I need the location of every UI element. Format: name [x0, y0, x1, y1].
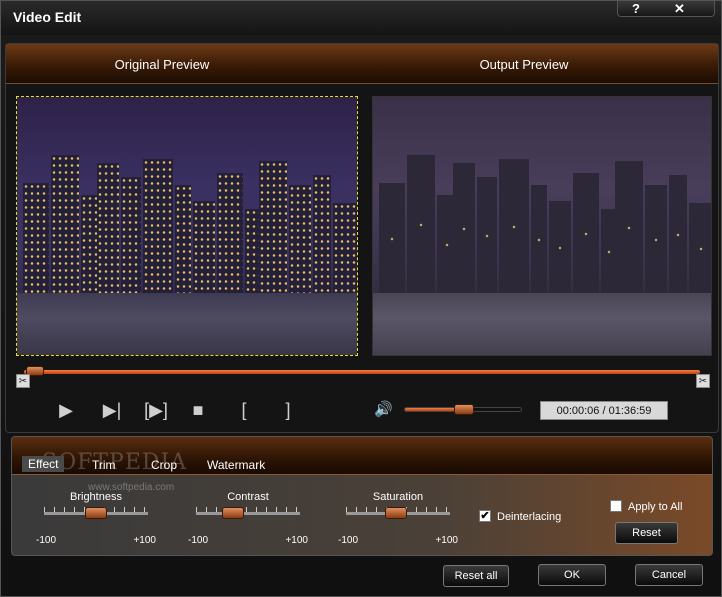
contrast-slider[interactable]: [196, 512, 300, 515]
saturation-max: +100: [435, 535, 458, 546]
building: [175, 185, 191, 295]
effects-panel: SOFTPEDIA Effect Trim Crop Watermark www…: [11, 436, 713, 556]
title-bar[interactable]: Video Edit ? ✕: [1, 1, 721, 35]
apply-to-all-checkbox[interactable]: [610, 500, 622, 512]
saturation-thumb[interactable]: [385, 507, 407, 519]
reset-button[interactable]: Reset: [615, 522, 678, 544]
tab-crop[interactable]: Crop: [151, 458, 177, 472]
output-preview-video[interactable]: [372, 96, 712, 356]
seek-bar[interactable]: ✂ ✂: [16, 362, 710, 388]
building: [121, 177, 141, 295]
volume-thumb[interactable]: [454, 404, 474, 415]
building: [97, 163, 119, 295]
title-buttons: ? ✕: [617, 1, 715, 17]
contrast-label: Contrast: [227, 491, 269, 503]
ok-button[interactable]: OK: [538, 564, 606, 586]
time-display: 00:00:06 / 01:36:59: [540, 401, 668, 420]
stop-icon[interactable]: ■: [186, 398, 210, 422]
volume-slider[interactable]: [404, 404, 522, 415]
building: [193, 201, 215, 295]
building: [499, 159, 529, 295]
mark-in-icon[interactable]: [: [232, 398, 256, 422]
saturation-label: Saturation: [372, 491, 424, 503]
deinterlacing-checkbox[interactable]: ✔: [479, 510, 491, 522]
deinterlacing-label: Deinterlacing: [497, 511, 562, 523]
building: [453, 163, 475, 295]
contrast-min: -100: [188, 535, 209, 546]
building: [573, 173, 599, 295]
building: [313, 175, 331, 295]
step-forward-icon[interactable]: ▶|: [100, 398, 124, 422]
building: [669, 175, 687, 295]
brightness-label: Brightness: [70, 491, 122, 503]
brightness-thumb[interactable]: [85, 507, 107, 519]
mark-out-icon[interactable]: ]: [276, 398, 300, 422]
tab-effect[interactable]: Effect: [22, 456, 65, 472]
building: [259, 161, 287, 295]
original-preview-video[interactable]: [16, 96, 358, 356]
reset-all-button[interactable]: Reset all: [443, 565, 509, 587]
building: [407, 155, 435, 295]
close-icon[interactable]: ✕: [674, 1, 685, 17]
trim-start-marker-icon[interactable]: ✂: [16, 374, 30, 388]
building: [477, 177, 497, 295]
building: [333, 203, 357, 295]
original-preview-label: Original Preview: [114, 57, 210, 72]
preview-panel: Original Preview Output Preview ✂ ✂ ▶ ▶|…: [5, 43, 719, 433]
saturation-min: -100: [338, 535, 359, 546]
trim-end-marker-icon[interactable]: ✂: [696, 374, 710, 388]
building: [51, 155, 79, 295]
building: [143, 159, 173, 295]
building: [615, 161, 643, 295]
building: [645, 185, 667, 295]
next-frame-icon[interactable]: [▶]: [144, 398, 168, 422]
video-edit-window: Video Edit ? ✕ Original Preview Output P…: [0, 0, 722, 597]
cancel-button[interactable]: Cancel: [635, 564, 703, 586]
help-icon[interactable]: ?: [632, 1, 640, 16]
river-water: [373, 293, 711, 355]
output-preview-label: Output Preview: [479, 57, 569, 72]
apply-to-all-label: Apply to All: [628, 501, 683, 513]
building: [23, 183, 49, 295]
river-water: [17, 293, 357, 355]
building: [689, 203, 711, 295]
building: [217, 173, 243, 295]
seek-track[interactable]: [24, 370, 700, 374]
building: [379, 183, 405, 295]
window-title: Video Edit: [13, 9, 82, 25]
effects-tabs: SOFTPEDIA Effect Trim Crop Watermark: [12, 437, 712, 475]
brightness-max: +100: [133, 535, 156, 546]
contrast-max: +100: [285, 535, 308, 546]
preview-header: Original Preview Output Preview: [6, 44, 718, 84]
tab-trim[interactable]: Trim: [92, 458, 116, 472]
play-icon[interactable]: ▶: [54, 398, 78, 422]
building: [549, 201, 571, 295]
building: [531, 185, 547, 295]
tab-watermark[interactable]: Watermark: [207, 458, 265, 472]
building: [289, 185, 311, 295]
volume-icon[interactable]: 🔊: [374, 400, 393, 418]
brightness-min: -100: [36, 535, 57, 546]
contrast-thumb[interactable]: [222, 507, 244, 519]
